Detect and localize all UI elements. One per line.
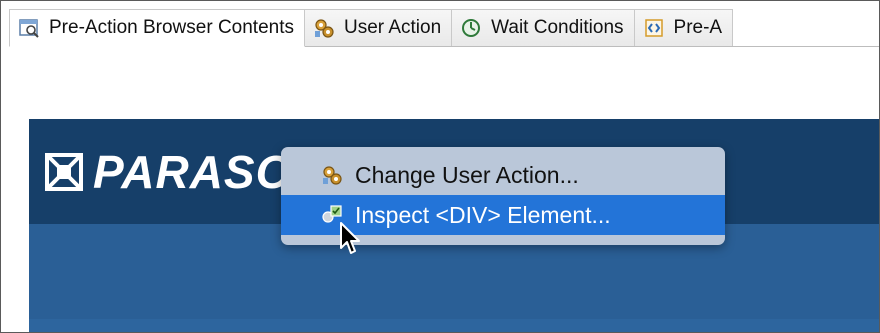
tab-wait-conditions[interactable]: Wait Conditions xyxy=(451,9,635,46)
parasoft-logo-mark-icon xyxy=(45,153,83,191)
menu-item-label: Inspect <DIV> Element... xyxy=(355,201,611,228)
tab-pre-a[interactable]: Pre-A xyxy=(633,9,734,46)
tab-label: Pre-A xyxy=(673,17,723,38)
gears-icon xyxy=(315,19,334,38)
tab-label: Wait Conditions xyxy=(491,17,624,38)
browser-page-icon xyxy=(19,19,39,38)
tab-label: Pre-Action Browser Contents xyxy=(49,17,294,38)
mouse-cursor-icon xyxy=(340,222,360,254)
gears-icon xyxy=(323,166,342,185)
site-body xyxy=(29,319,879,332)
tab-bar: Pre-Action Browser Contents User Action … xyxy=(9,9,879,47)
code-icon xyxy=(644,19,663,37)
menu-item-change-user-action[interactable]: Change User Action... xyxy=(281,155,725,195)
menu-item-label: Change User Action... xyxy=(355,161,579,188)
tab-user-action[interactable]: User Action xyxy=(304,9,453,46)
clock-icon xyxy=(462,19,481,37)
tab-label: User Action xyxy=(344,17,442,38)
tab-pre-action-browser-contents[interactable]: Pre-Action Browser Contents xyxy=(9,9,305,47)
